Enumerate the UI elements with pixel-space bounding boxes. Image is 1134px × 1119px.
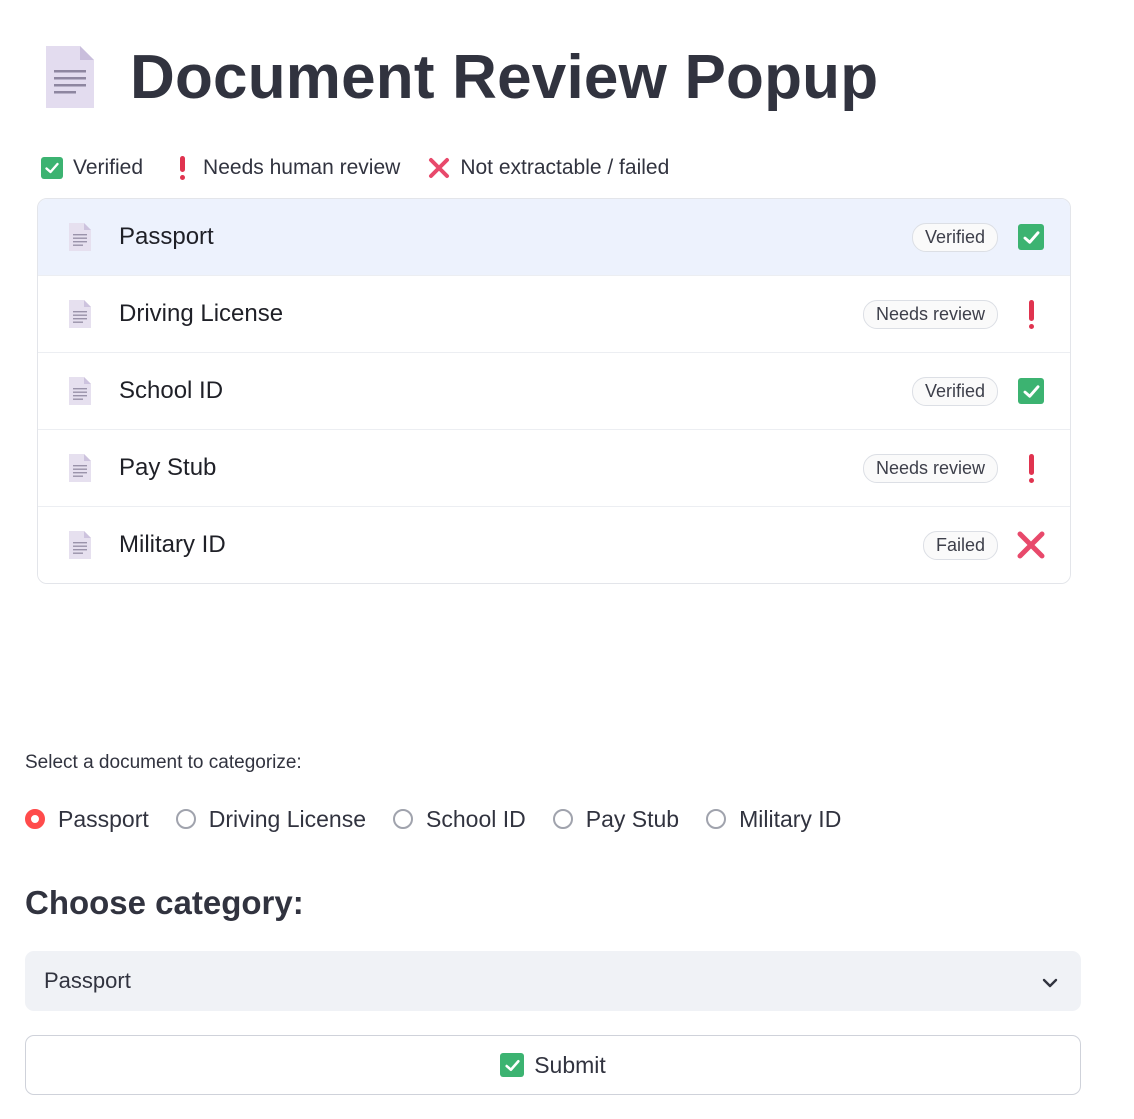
radio-option[interactable]: Military ID [706,806,841,833]
status-icon-slot [1016,453,1046,483]
check-icon [1018,224,1044,250]
exclamation-icon [1027,453,1035,483]
document-icon [68,299,92,329]
status-icon-slot [1016,299,1046,329]
radio-circle[interactable] [25,809,45,829]
status-icon-slot [1016,224,1046,250]
category-heading: Choose category: [25,884,304,921]
status-icon-slot [1016,530,1046,560]
radio-circle[interactable] [393,809,414,829]
exclamation-icon [171,156,193,180]
radio-circle[interactable] [552,809,573,829]
legend-verified-label: Verified [73,156,144,179]
document-row[interactable]: School ID Verified [38,353,1070,430]
radio-label: School ID [426,805,526,832]
radio-label: Passport [58,805,149,832]
document-name: School ID [119,377,224,404]
document-icon [68,376,92,406]
radio-label: Driving License [208,805,367,832]
legend-verified: Verified [41,156,143,180]
document-radio-group: Passport Driving License School ID Pay Stub… [25,804,868,834]
check-icon [41,157,63,179]
document-list: Passport Verified Driving License Needs rev… [37,198,1071,584]
cross-icon [1016,530,1046,560]
cross-icon [428,157,450,179]
document-row[interactable]: Pay Stub Needs review [38,430,1070,507]
legend-failed-label: Not extractable / failed [460,156,670,179]
document-status: Needs review [862,453,1046,483]
category-select-value: Passport [44,968,131,993]
exclamation-icon [1027,299,1035,329]
document-name: Pay Stub [119,454,217,481]
document-row[interactable]: Passport Verified [38,199,1070,276]
radio-option[interactable]: Passport [25,806,149,833]
radio-option[interactable]: Driving License [175,805,367,833]
status-badge: Needs review [862,299,998,329]
document-status: Failed [922,530,1046,560]
legend-review: Needs human review [171,156,400,180]
chevron-down-icon [1041,972,1059,998]
radio-label: Military ID [739,805,842,832]
document-name: Passport [119,223,214,250]
status-badge: Verified [911,376,998,406]
document-name: Driving License [119,300,284,327]
radio-label: Pay Stub [585,805,680,832]
category-select[interactable]: Passport [25,951,1081,1011]
radio-circle[interactable] [175,809,196,829]
status-icon-slot [1016,378,1046,404]
radio-option[interactable]: School ID [393,806,526,833]
status-badge: Failed [922,530,998,560]
check-icon [1018,378,1044,404]
radio-option[interactable]: Pay Stub [552,805,680,833]
page-title: Document Review Popup [130,42,879,112]
document-row[interactable]: Military ID Failed [38,507,1070,583]
document-row[interactable]: Driving License Needs review [38,276,1070,353]
legend-failed: Not extractable / failed [428,156,669,180]
legend-review-label: Needs human review [203,156,401,179]
document-name: Military ID [119,531,226,558]
submit-button[interactable]: Submit [25,1035,1081,1095]
document-selector-label: Select a document to categorize: [25,752,302,773]
page-header: Document Review Popup [44,42,878,112]
status-badge: Needs review [862,453,998,483]
submit-label: Submit [534,1051,606,1078]
document-status: Verified [911,376,1046,406]
document-status: Verified [911,222,1046,252]
document-icon [68,222,92,252]
document-status: Needs review [862,299,1046,329]
document-icon [44,44,96,110]
check-icon [500,1053,525,1077]
document-icon [68,453,92,483]
status-badge: Verified [911,222,998,252]
status-legend: Verified Needs human review Not extracta… [41,154,697,182]
radio-circle[interactable] [706,809,727,829]
document-icon [68,530,92,560]
